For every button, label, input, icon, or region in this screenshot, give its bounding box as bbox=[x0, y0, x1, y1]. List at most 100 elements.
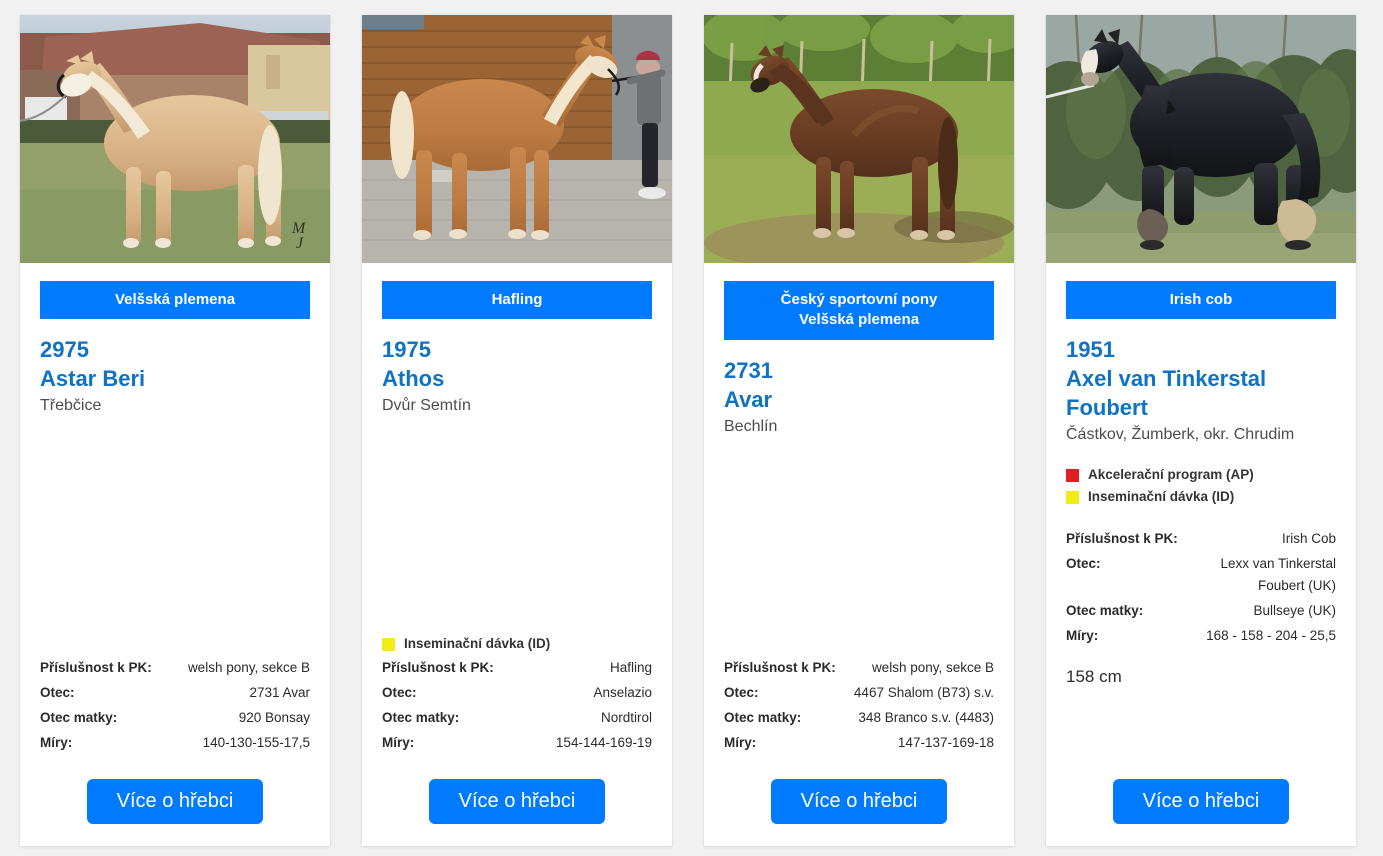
spec-value-otec: Lexx van Tinkerstal Foubert (UK) bbox=[1220, 556, 1336, 593]
breed-banner: Český sportovní pony Velšská plemena bbox=[724, 281, 994, 340]
stud-number: 1975 bbox=[382, 337, 431, 363]
card-body: Irish cob 1951 Axel van Tinkerstal Foube… bbox=[1046, 263, 1356, 779]
breed-line: Hafling bbox=[491, 291, 543, 308]
chestnut-stallion-photo bbox=[704, 15, 1014, 263]
specs-table: Příslušnost k PK: welsh pony, sekce B Ot… bbox=[40, 656, 310, 755]
cta-wrapper: Více o hřebci bbox=[20, 779, 330, 846]
breed-banner: Hafling bbox=[382, 281, 652, 320]
spec-value-otec: 2731 Avar bbox=[249, 684, 310, 700]
red-square-icon bbox=[1066, 468, 1079, 482]
spec-row-miry: Míry: 154-144-169-19 bbox=[382, 730, 652, 755]
spec-value-miry: 140-130-155-17,5 bbox=[202, 734, 310, 750]
spec-row-otec: Otec: 4467 Shalom (B73) s.v. bbox=[724, 680, 994, 705]
more-about-stallion-button[interactable]: Více o hřebci bbox=[770, 779, 948, 824]
flag-label: Inseminační dávka (ID) bbox=[404, 636, 551, 652]
spec-value-pk: Irish Cob bbox=[1281, 531, 1336, 547]
stud-place: Dvůr Semtín bbox=[382, 397, 471, 415]
stud-number: 2731 bbox=[724, 357, 773, 383]
height-note: 158 cm bbox=[1066, 666, 1122, 686]
spec-label-otec: Otec: bbox=[724, 684, 759, 700]
stud-place: Třebčice bbox=[40, 397, 102, 415]
spec-row-miry: Míry: 147-137-169-18 bbox=[724, 730, 994, 755]
spec-row-miry: Míry: 168 - 158 - 204 - 25,5 bbox=[1066, 623, 1336, 648]
breed-banner: Irish cob bbox=[1066, 281, 1336, 320]
more-about-stallion-button[interactable]: Více o hřebci bbox=[1112, 779, 1290, 824]
flag-label: Akcelerační program (AP) bbox=[1088, 467, 1254, 483]
spec-value-pk: welsh pony, sekce B bbox=[871, 660, 994, 676]
spec-label-miry: Míry: bbox=[1066, 627, 1099, 643]
spec-label-otec-matky: Otec matky: bbox=[1066, 602, 1144, 618]
stud-place: Částkov, Žumberk, okr. Chrudim bbox=[1066, 426, 1295, 444]
flag-akceleracni-program: Akcelerační program (AP) bbox=[1066, 464, 1336, 486]
haflinger-stallion-photo bbox=[362, 15, 672, 263]
spec-row-pk: Příslušnost k PK: welsh pony, sekce B bbox=[40, 656, 310, 681]
stud-name: Axel van Tinkerstal Foubert bbox=[1066, 366, 1267, 421]
spec-value-pk: welsh pony, sekce B bbox=[187, 660, 310, 676]
specs-table: Příslušnost k PK: welsh pony, sekce B Ot… bbox=[724, 656, 994, 755]
spec-value-miry: 154-144-169-19 bbox=[555, 734, 652, 750]
stallion-card[interactable]: MJ Velšská plemena 2975 Astar Beri Třebč… bbox=[20, 15, 330, 846]
breed-line: Irish cob bbox=[1169, 291, 1233, 308]
spec-value-pk: Hafling bbox=[609, 660, 652, 676]
spec-row-otec: Otec: 2731 Avar bbox=[40, 680, 310, 705]
cta-wrapper: Více o hřebci bbox=[362, 779, 672, 846]
more-about-stallion-button[interactable]: Více o hřebci bbox=[428, 779, 606, 824]
spec-value-otec: Anselazio bbox=[593, 684, 652, 700]
stud-number: 1951 bbox=[1066, 337, 1115, 363]
card-body: Velšská plemena 2975 Astar Beri Třebčice… bbox=[20, 263, 330, 779]
spec-label-pk: Příslušnost k PK: bbox=[724, 660, 836, 676]
palomino-stallion-photo: MJ bbox=[20, 15, 330, 263]
stud-name: Avar bbox=[724, 386, 773, 412]
stallion-card[interactable]: Hafling 1975 Athos Dvůr Semtín Inseminač… bbox=[362, 15, 672, 846]
spec-row-otec-matky: Otec matky: Nordtirol bbox=[382, 705, 652, 730]
spec-row-otec: Otec: Anselazio bbox=[382, 680, 652, 705]
spec-value-otec-matky: 348 Branco s.v. (4483) bbox=[858, 709, 994, 725]
spec-row-otec-matky: Otec matky: 348 Branco s.v. (4483) bbox=[724, 705, 994, 730]
spec-value-otec: 4467 Shalom (B73) s.v. bbox=[853, 684, 994, 700]
spec-row-otec-matky: Otec matky: 920 Bonsay bbox=[40, 705, 310, 730]
more-about-stallion-button[interactable]: Více o hřebci bbox=[86, 779, 264, 824]
spec-value-otec-matky: 920 Bonsay bbox=[238, 709, 310, 725]
stud-name: Athos bbox=[382, 366, 445, 392]
breed-line: Velšská plemena bbox=[798, 311, 920, 329]
spec-label-otec: Otec: bbox=[382, 684, 417, 700]
spec-label-miry: Míry: bbox=[382, 734, 415, 750]
irish-cob-stallion-photo bbox=[1046, 15, 1356, 263]
flag-label: Inseminační dávka (ID) bbox=[1088, 489, 1235, 505]
spec-row-miry: Míry: 140-130-155-17,5 bbox=[40, 730, 310, 755]
breed-line: Český sportovní pony bbox=[780, 291, 938, 308]
yellow-square-icon bbox=[1066, 491, 1079, 505]
spec-row-pk: Příslušnost k PK: Irish Cob bbox=[1066, 527, 1336, 552]
spec-label-miry: Míry: bbox=[40, 734, 73, 750]
spec-label-otec-matky: Otec matky: bbox=[40, 709, 118, 725]
stud-place: Bechlín bbox=[724, 417, 778, 435]
yellow-square-icon bbox=[382, 637, 395, 651]
stallion-card[interactable]: Český sportovní pony Velšská plemena 273… bbox=[704, 15, 1014, 846]
specs-table: Příslušnost k PK: Hafling Otec: Anselazi… bbox=[382, 656, 652, 755]
stud-number: 2975 bbox=[40, 337, 89, 363]
spec-label-otec: Otec: bbox=[1066, 556, 1101, 572]
svg-text:J: J bbox=[296, 235, 304, 252]
spec-row-pk: Příslušnost k PK: welsh pony, sekce B bbox=[724, 656, 994, 681]
spec-row-pk: Příslušnost k PK: Hafling bbox=[382, 656, 652, 681]
spec-label-pk: Příslušnost k PK: bbox=[40, 660, 152, 676]
stallion-card-deck: MJ Velšská plemena 2975 Astar Beri Třebč… bbox=[0, 0, 1383, 856]
breed-line: Velšská plemena bbox=[114, 291, 236, 308]
card-body: Český sportovní pony Velšská plemena 273… bbox=[704, 263, 1014, 779]
spec-label-otec-matky: Otec matky: bbox=[382, 709, 460, 725]
cta-wrapper: Více o hřebci bbox=[1046, 779, 1356, 846]
breed-banner: Velšská plemena bbox=[40, 281, 310, 320]
stallion-card[interactable]: Irish cob 1951 Axel van Tinkerstal Foube… bbox=[1046, 15, 1356, 846]
spec-value-miry: 147-137-169-18 bbox=[897, 734, 994, 750]
spec-label-otec: Otec: bbox=[40, 684, 75, 700]
spec-label-pk: Příslušnost k PK: bbox=[1066, 531, 1178, 547]
spec-value-miry: 168 - 158 - 204 - 25,5 bbox=[1206, 627, 1336, 643]
flag-inseminacni-davka: Inseminační dávka (ID) bbox=[382, 633, 652, 655]
spec-row-otec-matky: Otec matky: Bullseye (UK) bbox=[1066, 598, 1336, 623]
specs-table: Příslušnost k PK: Irish Cob Otec: Lexx v… bbox=[1066, 527, 1336, 648]
flag-list: Inseminační dávka (ID) bbox=[382, 633, 652, 655]
